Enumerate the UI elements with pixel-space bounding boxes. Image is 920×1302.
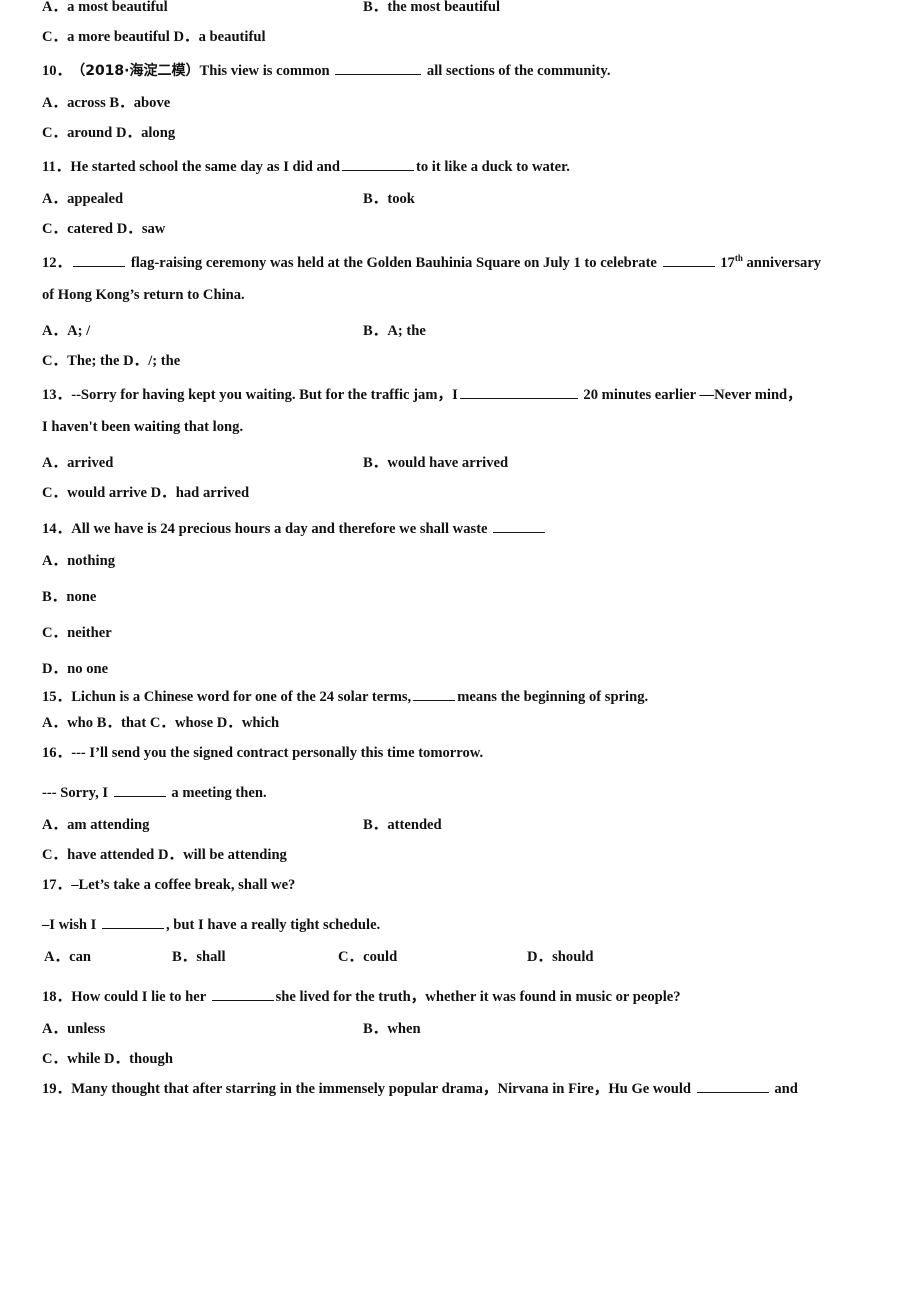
answer-blank (342, 156, 414, 171)
question-number: 17． (42, 877, 72, 893)
question-line: 15．Lichun is a Chinese word for one of t… (42, 686, 648, 704)
option-row[interactable]: A．across B．above (42, 96, 170, 111)
option-choice[interactable]: A．am attending (42, 818, 149, 833)
option-choice[interactable]: A．arrived (42, 456, 113, 471)
answer-blank (459, 384, 578, 399)
answer-blank (211, 986, 274, 1001)
option-row[interactable]: C．while D．though (42, 1052, 173, 1067)
question-number: 10． (42, 62, 72, 79)
option-choice[interactable]: B．the most beautiful (363, 0, 500, 15)
document-page: A．a most beautiful B．the most beautiful C．… (0, 0, 920, 1302)
answer-blank (73, 252, 126, 267)
option-choice[interactable]: D．should (527, 950, 594, 965)
question-number: 16． (42, 745, 72, 761)
ordinal-suffix: th (734, 253, 743, 263)
ordinal-number: 17 (716, 254, 735, 271)
option-row[interactable]: C．catered D．saw (42, 222, 165, 237)
option-choice[interactable]: B．shall (172, 950, 226, 965)
question-line: 18．How could I lie to her she lived for … (42, 986, 681, 1004)
option-row[interactable]: D．no one (42, 662, 108, 677)
option-choice[interactable]: B．took (363, 192, 415, 207)
option-row[interactable]: C．around D．along (42, 126, 175, 141)
question-line: 10．（2018·海淀二模）This view is common all se… (42, 60, 611, 78)
option-row[interactable]: C．neither (42, 626, 112, 641)
question-line: 16．--- I’ll send you the signed contract… (42, 745, 484, 761)
option-choice[interactable]: B．would have arrived (363, 456, 508, 471)
option-row[interactable]: A．nothing (42, 554, 115, 569)
option-row[interactable]: C．a more beautiful D．a beautiful (42, 30, 266, 45)
question-line: of Hong Kong’s return to China. (42, 287, 245, 303)
question-line: 11．He started school the same day as I d… (42, 156, 570, 174)
question-number: 13． (42, 386, 72, 403)
answer-blank (493, 518, 546, 533)
option-choice[interactable]: B．A; the (363, 324, 426, 339)
option-choice[interactable]: A．unless (42, 1022, 105, 1037)
question-number: 15． (42, 688, 72, 705)
option-choice[interactable]: A．can (44, 950, 91, 965)
question-line: I haven't been waiting that long. (42, 419, 244, 435)
option-choice[interactable]: A．appealed (42, 192, 123, 207)
question-line: –I wish I , but I have a really tight sc… (42, 914, 380, 932)
answer-blank (662, 252, 715, 267)
question-number: 19． (42, 1080, 72, 1097)
question-number: 11． (42, 158, 71, 175)
option-row[interactable]: C．would arrive D．had arrived (42, 486, 249, 501)
question-line: --- Sorry, I a meeting then. (42, 782, 267, 800)
option-choice[interactable]: A．A; / (42, 324, 90, 339)
option-row[interactable]: B．none (42, 590, 96, 605)
answer-blank (335, 60, 422, 75)
question-line: 17．–Let’s take a coffee break, shall we? (42, 877, 296, 893)
question-line: 13．--Sorry for having kept you waiting. … (42, 384, 802, 402)
option-row[interactable]: C．The; the D．/; the (42, 354, 180, 369)
question-number: 18． (42, 988, 72, 1005)
question-line: 12． flag-raising ceremony was held at th… (42, 252, 822, 271)
question-number: 12． (42, 254, 72, 271)
option-row[interactable]: C．have attended D．will be attending (42, 848, 287, 863)
option-choice[interactable]: B．attended (363, 818, 442, 833)
option-row[interactable]: A．who B．that C．whose D．which (42, 716, 279, 731)
answer-blank (413, 686, 456, 701)
answer-blank (113, 782, 166, 797)
option-choice[interactable]: C．could (338, 950, 397, 965)
question-number: 14． (42, 520, 72, 537)
option-choice[interactable]: B．when (363, 1022, 421, 1037)
option-choice[interactable]: A．a most beautiful (42, 0, 168, 15)
answer-blank (696, 1078, 769, 1093)
question-source-tag: （2018·海淀二模） (71, 62, 200, 79)
question-line: 14．All we have is 24 precious hours a da… (42, 518, 547, 536)
answer-blank (102, 914, 164, 929)
question-line: 19．Many thought that after starring in t… (42, 1078, 798, 1096)
